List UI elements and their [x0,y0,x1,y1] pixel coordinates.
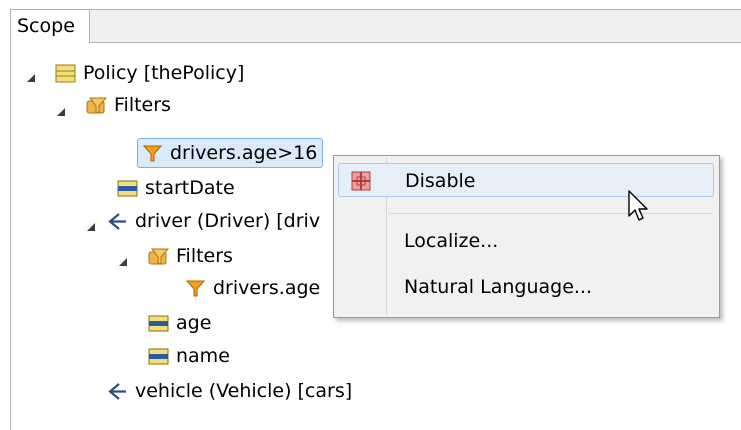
menu-item-natural-language[interactable]: Natural Language... [338,270,714,304]
expand-twisty[interactable] [27,74,35,82]
tree-item-label: drivers.age [213,277,321,299]
mouse-cursor-icon [628,190,652,224]
tree-item-filters[interactable]: Filters [86,90,171,120]
funnel-icon [142,143,163,164]
menu-item-localize[interactable]: Localize... [338,224,714,258]
attribute-icon [148,313,169,334]
tree-item-label: age [176,312,212,334]
association-arrow-icon [107,381,128,402]
funnel-icon [185,278,206,299]
filters-folder-icon [148,246,170,267]
filters-folder-icon [86,95,108,116]
tree-item-policy[interactable]: Policy [thePolicy] [55,58,244,88]
tree-item-name[interactable]: name [148,341,230,371]
context-menu: Disable Localize... Natural Language... [333,155,720,318]
tree-item-startdate[interactable]: startDate [117,173,235,203]
expand-twisty[interactable] [119,258,127,266]
tree-item-age[interactable]: age [148,308,211,338]
tree-item-label: vehicle (Vehicle) [cars] [135,380,353,402]
expand-twisty[interactable] [87,223,95,231]
tree-item-label: drivers.age>16 [170,142,318,164]
tree-item-filter-selected[interactable]: drivers.age>16 [137,138,324,168]
association-arrow-icon [107,211,128,232]
menu-item-label: Natural Language... [404,276,593,298]
attribute-icon [148,346,169,367]
menu-item-label: Localize... [404,230,499,252]
tree-item-label: driver (Driver) [driv [135,210,321,232]
tree-item-filter[interactable]: drivers.age [185,273,320,303]
entity-icon [55,63,76,84]
tree-item-label: Filters [176,245,233,267]
attribute-icon [117,178,138,199]
tree-item-label: Policy [thePolicy] [83,62,245,84]
tab-scope[interactable]: Scope [11,10,90,43]
tree-item-label: name [176,345,230,367]
tree-item-driver[interactable]: driver (Driver) [driv [107,206,320,236]
menu-item-label: Disable [405,170,476,192]
tree-item-filters[interactable]: Filters [148,241,233,271]
disable-filter-icon [351,171,371,191]
expand-twisty[interactable] [57,108,65,116]
tree-item-label: startDate [145,177,235,199]
view-tab-strip: Scope [11,10,741,43]
tree-item-vehicle[interactable]: vehicle (Vehicle) [cars] [107,376,352,406]
menu-separator [390,213,713,214]
tree-item-label: Filters [114,94,171,116]
menu-item-disable[interactable]: Disable [338,163,714,197]
